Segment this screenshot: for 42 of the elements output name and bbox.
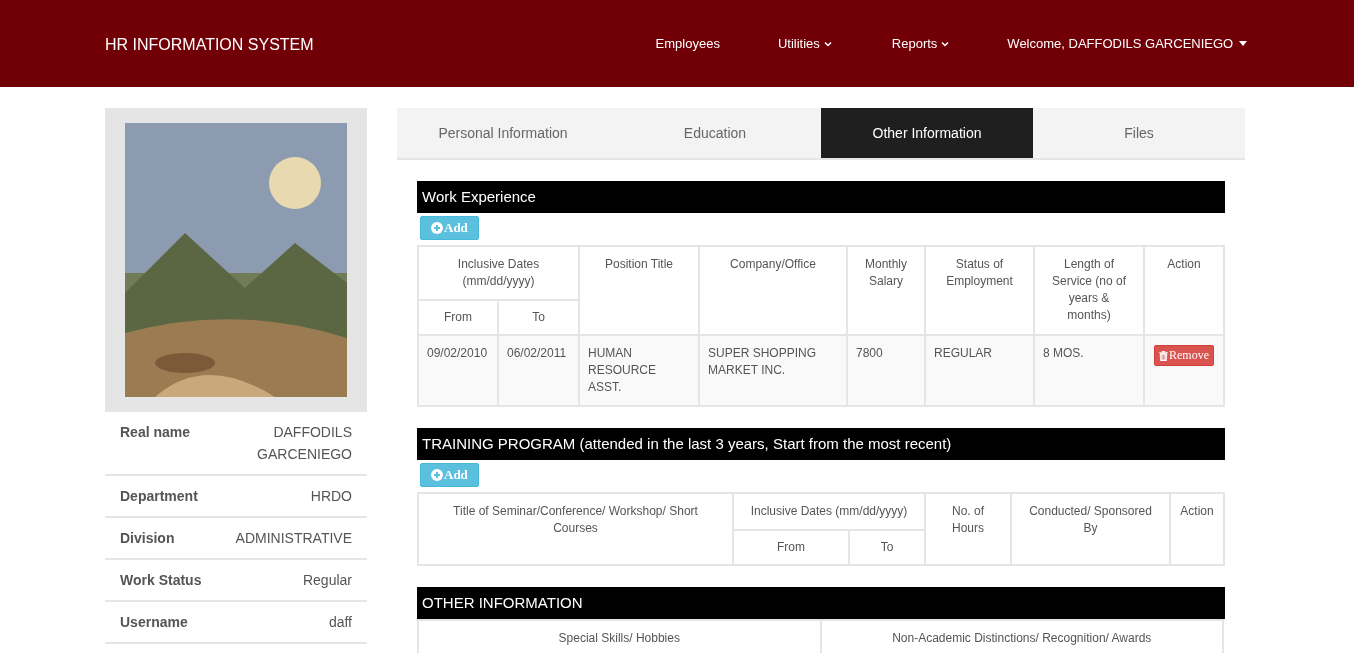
tab[interactable]: Other Information <box>821 108 1033 158</box>
nav-link[interactable]: Employees <box>655 36 720 51</box>
table-cell: 09/02/2010 <box>418 335 498 406</box>
column-header: Conducted/ Sponsored By <box>1011 493 1170 565</box>
section-title: Work Experience <box>417 181 1225 213</box>
field-value: HRDO <box>310 487 352 506</box>
column-header: Inclusive Dates (mm/dd/yyyy) <box>418 246 579 300</box>
chevron-down-icon <box>823 40 832 47</box>
field-label: Department <box>120 487 198 506</box>
field-value: Regular <box>302 571 352 590</box>
chevron-down-icon <box>941 40 950 47</box>
field-label: Username <box>120 613 188 632</box>
remove-button[interactable]: Remove <box>1154 345 1214 366</box>
column-header: Inclusive Dates (mm/dd/yyyy) <box>733 493 925 530</box>
caret-icon <box>1239 41 1248 46</box>
plus-icon <box>431 469 443 481</box>
column-header: Non-Academic Distinctions/ Recognition/ Awards <box>820 620 1223 653</box>
table-cell: 06/02/2011 <box>498 335 579 406</box>
nav-link[interactable]: Reports <box>891 36 950 51</box>
field-label: Real name <box>120 423 191 442</box>
nav-link[interactable]: Welcome, DAFFODILS GARCENIEGO <box>1007 36 1248 51</box>
section-title: OTHER INFORMATION <box>417 587 1225 619</box>
column-header: Title of Seminar/Conference/ Workshop/ Short Courses <box>418 493 733 565</box>
table-cell: REGULAR <box>925 335 1034 406</box>
column-header: Action <box>1170 493 1224 565</box>
plus-icon <box>431 222 443 234</box>
field-value: DAFFODILS GARCENIEGO <box>256 423 352 464</box>
table-cell: SUPER SHOPPING MARKET INC. <box>699 335 847 406</box>
section-title: TRAINING PROGRAM (attended in the last 3 years, Start from the most recent) <box>417 428 1225 460</box>
field-label: Work Status <box>120 571 202 590</box>
column-header: Special Skills/ Hobbies <box>418 620 821 653</box>
field-value: daff <box>328 613 352 632</box>
table-cell: 8 MOS. <box>1034 335 1144 406</box>
column-header: From <box>733 530 849 565</box>
table-cell: 7800 <box>847 335 925 406</box>
app-title[interactable]: HR INFORMATION SYSTEM <box>105 36 314 54</box>
table-cell: HUMAN RESOURCE ASST. <box>579 335 699 406</box>
field-label: Division <box>120 529 175 548</box>
trash-icon <box>1159 350 1168 361</box>
nav-link[interactable]: Utilities <box>777 36 832 51</box>
column-header: No. of Hours <box>925 493 1011 565</box>
field-value: ADMINISTRATIVE <box>235 529 352 548</box>
